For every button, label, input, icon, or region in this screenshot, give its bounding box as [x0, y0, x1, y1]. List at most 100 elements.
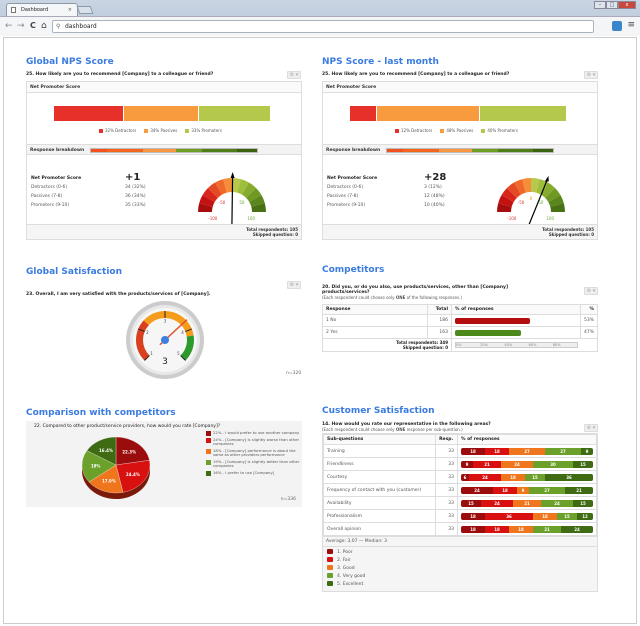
response-label: 1 No	[322, 314, 428, 327]
table-row: 1 No 186 53%	[322, 314, 599, 327]
col-response: Response	[322, 304, 428, 315]
reload-icon[interactable]: C	[30, 21, 36, 30]
response-bar-cell: 15 24 21 24 15	[457, 496, 597, 510]
new-tab-button[interactable]	[76, 6, 94, 14]
bar-segment: 21	[565, 486, 593, 494]
col-total: Total	[427, 304, 452, 315]
cs-legend: 1. Poor 2. Fair 3. Good 4. Very good 5. Exce…	[323, 547, 597, 591]
subquestion-label: Friendliness	[322, 457, 437, 471]
bar-segment: 21	[513, 499, 541, 507]
stacked-bar: 6 24 18 15 36	[461, 473, 593, 481]
cs-summary: Average: 3,07 — Median: 3	[323, 536, 597, 547]
table-footer: Total respondents: 349 Skipped question: …	[322, 338, 598, 352]
bar-segment: 15	[573, 460, 593, 468]
gauge-label: 50	[239, 200, 245, 205]
col-pct-responses: % of responses	[451, 304, 581, 315]
minimize-button[interactable]: –	[594, 1, 606, 9]
legend-swatch	[327, 549, 333, 554]
bar-segment: 18	[533, 512, 557, 520]
bar-segment: 12	[577, 512, 593, 520]
legend-label: 4. Very good	[337, 574, 366, 579]
legend-item: 3. Good	[327, 565, 593, 573]
score-label: Net Promoter Score	[327, 176, 378, 181]
legend-swatch	[327, 581, 333, 586]
settings-gear-button[interactable]: ⚙ ▾	[584, 71, 598, 79]
bar-segment: 36	[545, 473, 593, 481]
legend-promoters: 33% Promoters	[185, 128, 222, 133]
table-row: Professionalism 33 18 36 18 15 12	[322, 509, 597, 523]
resp-count: 33	[435, 444, 458, 458]
back-icon[interactable]: ←	[5, 21, 13, 31]
stacked-bar: 15 24 21 24 15	[461, 499, 593, 507]
gauge-label: -50	[518, 200, 525, 205]
tab-close-icon[interactable]: ×	[68, 7, 72, 13]
address-bar[interactable]: ⚲ dashboard	[52, 20, 594, 33]
promoters-value: 35 (33%)	[125, 203, 146, 208]
stacked-bar: 18 18 18 21 24	[461, 525, 593, 533]
response-breakdown: Response breakdown	[323, 144, 597, 155]
response-breakdown: Response breakdown	[27, 144, 301, 155]
table-header: Response Total % of responses %	[322, 304, 599, 315]
resp-count: 33	[435, 470, 458, 484]
gauge-label: -50	[219, 200, 226, 205]
col-resp: Resp.	[435, 434, 458, 445]
pie-data-label: 17.9%	[102, 478, 116, 483]
legend-label: 5. Excellent	[337, 582, 364, 587]
response-bar-cell	[451, 326, 581, 339]
bar-segment: 18	[461, 512, 485, 520]
bar-segment: 18	[509, 525, 533, 533]
bar-segment: 27	[545, 447, 581, 455]
bar-segment: 9	[517, 486, 529, 494]
legend-item: 22% - I would prefer to use another comp…	[206, 430, 302, 436]
breakdown-bar	[386, 148, 554, 153]
question-text: 20. Did you, or do you also, use product…	[322, 285, 509, 300]
browser-tab[interactable]: Dashboard ×	[6, 3, 78, 16]
subquestion-label: Training	[322, 444, 437, 458]
maximize-button[interactable]: □	[606, 1, 618, 9]
legend-swatch	[206, 448, 211, 454]
passives-segment	[124, 106, 199, 121]
settings-gear-button[interactable]: ⚙ ▾	[584, 287, 598, 295]
legend-swatch	[327, 557, 333, 562]
home-icon[interactable]: ⌂	[41, 21, 47, 31]
nps-legend: 32% Detractors 34% Passives 33% Promoter…	[99, 128, 222, 133]
window-controls: – □ x	[594, 1, 636, 9]
stacked-bar: 24 18 9 27 21	[461, 486, 593, 494]
axis-cell: 0% 20% 40% 60% 80%	[451, 338, 598, 352]
extension-icon[interactable]	[612, 21, 622, 31]
settings-gear-button[interactable]: ⚙ ▾	[584, 424, 598, 432]
response-label: 2 Yes	[322, 326, 428, 339]
settings-gear-button[interactable]: ⚙ ▾	[287, 71, 301, 79]
skipped-question: Skipped question: 0	[252, 232, 298, 237]
nps-footer: Total respondents: 105 Skipped question:…	[27, 224, 301, 239]
search-icon: ⚲	[56, 23, 61, 30]
needle-arrow	[544, 175, 549, 182]
legend-swatch	[327, 573, 333, 578]
close-window-button[interactable]: x	[618, 1, 636, 9]
resp-count: 33	[435, 509, 458, 523]
bar-segment: 24	[481, 499, 513, 507]
col-subquestion: Sub-questions	[322, 434, 437, 445]
bar-segment: 18	[493, 486, 517, 494]
legend-label: 22% - I would prefer to use another comp…	[213, 430, 300, 435]
nps-score: +28	[424, 172, 447, 183]
menu-icon[interactable]: ≡	[627, 20, 635, 30]
nps-values: 3 (12%) 12 (48%) 10 (40%)	[424, 183, 445, 210]
passives-label: Passives (7-8)	[327, 194, 359, 199]
nps-footer: Total respondents: 105 Skipped question:…	[323, 224, 597, 239]
forward-icon[interactable]: →	[17, 21, 25, 31]
bar-segment: 24	[501, 460, 533, 468]
legend-swatch	[206, 470, 211, 476]
panel-title: Global NPS Score	[26, 57, 114, 67]
detractors-segment	[54, 106, 125, 121]
resp-count: 33	[435, 496, 458, 510]
gauge-value: 3	[162, 357, 168, 367]
legend-swatch	[206, 431, 211, 436]
response-bar-cell: 6 24 18 15 36	[457, 470, 597, 484]
table-row: Courtesy 33 6 24 18 15 36	[322, 470, 597, 484]
passives-value: 36 (34%)	[125, 194, 146, 199]
bar-segment: 36	[485, 512, 533, 520]
legend-promoters: 40% Promoters	[481, 128, 518, 133]
question-text: 25. How likely are you to recommend [Com…	[26, 72, 214, 77]
settings-gear-button[interactable]: ⚙ ▾	[287, 281, 301, 289]
